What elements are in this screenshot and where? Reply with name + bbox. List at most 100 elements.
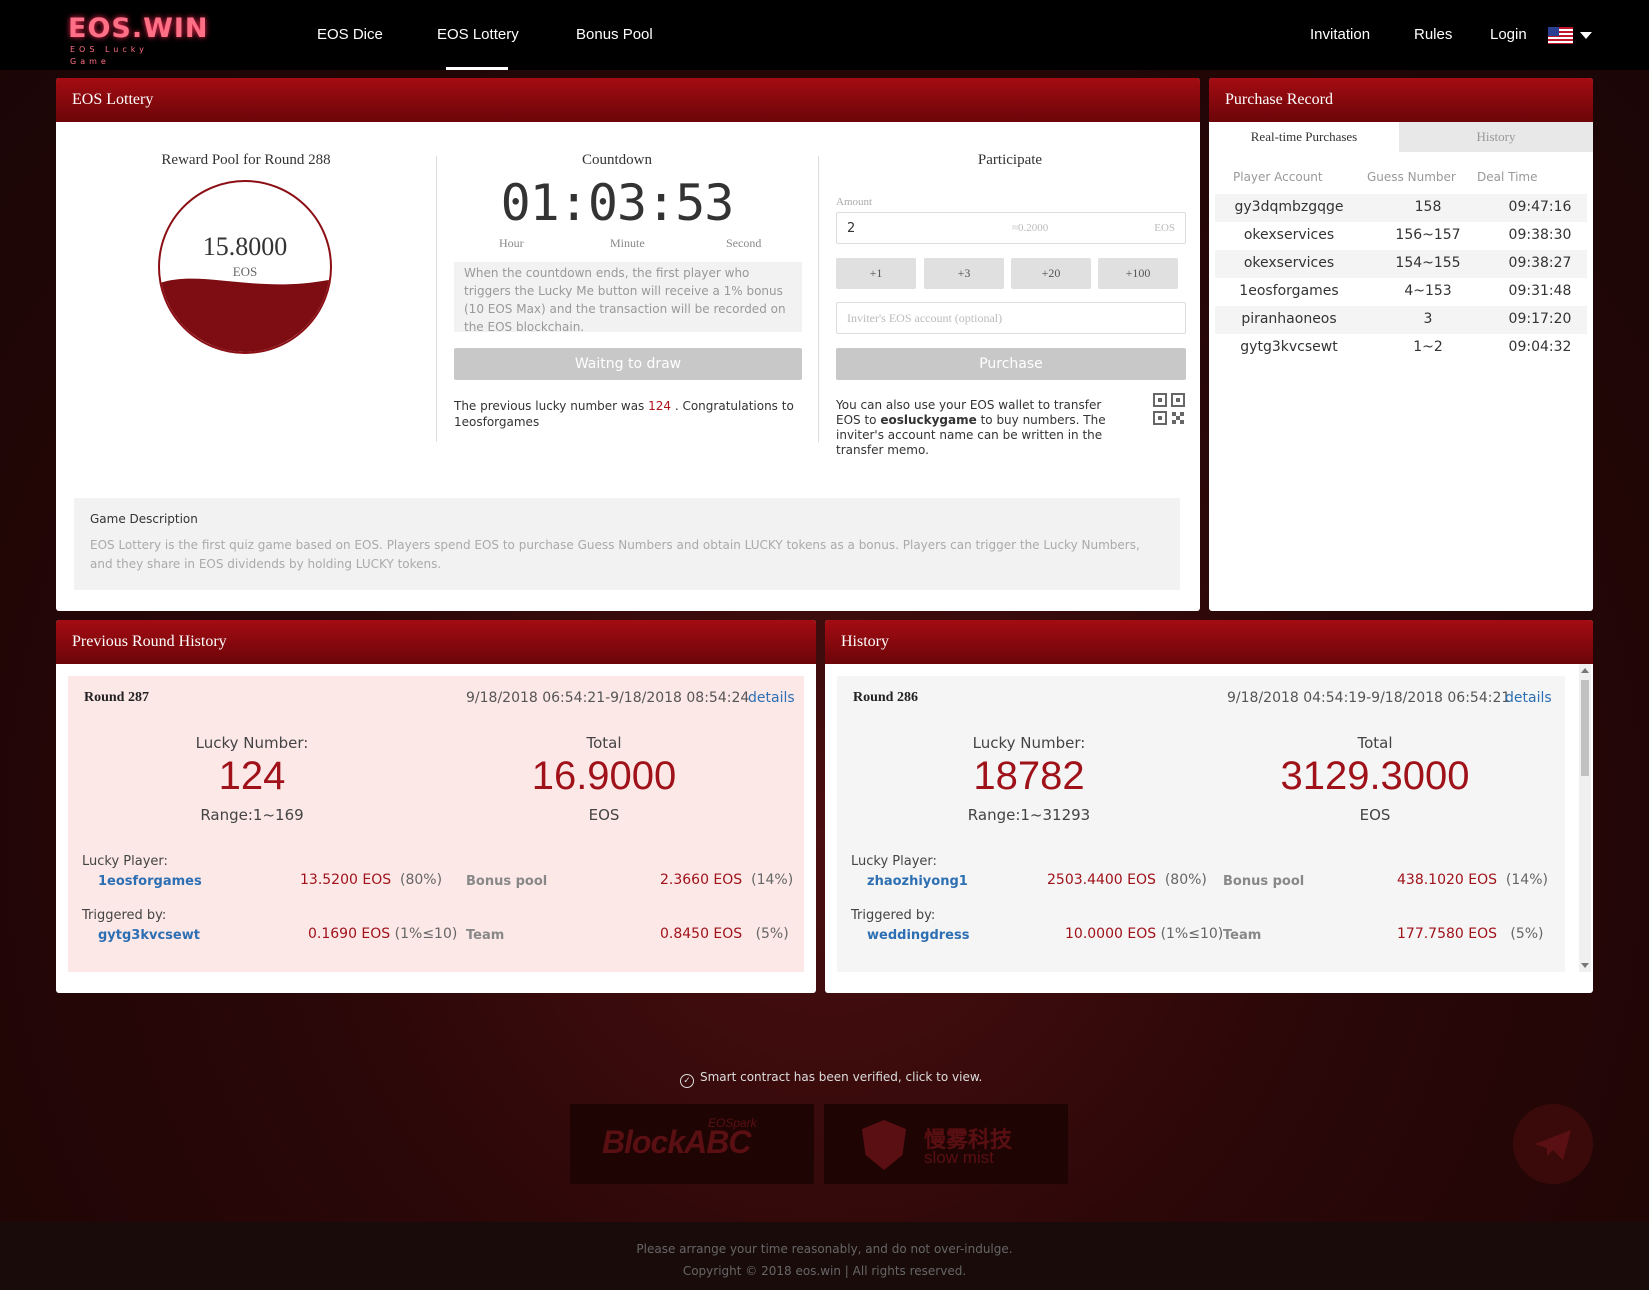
- tab-history[interactable]: History: [1399, 122, 1593, 152]
- logo-subtitle: EOS Lucky Game: [70, 45, 148, 66]
- scroll-up-icon[interactable]: [1581, 668, 1589, 673]
- percent: (5%): [755, 926, 789, 942]
- scroll-thumb[interactable]: [1581, 680, 1589, 776]
- tab-real-time-purchases[interactable]: Real-time Purchases: [1209, 122, 1399, 152]
- nav-bonus-pool[interactable]: Bonus Pool: [576, 24, 653, 46]
- nav-login[interactable]: Login: [1490, 24, 1527, 46]
- triggered-by-link[interactable]: weddingdress: [867, 928, 969, 943]
- game-description-title: Game Description: [90, 512, 198, 526]
- prev-suffix: . Congratulations to: [671, 399, 794, 413]
- range-label: Range:1~31293: [967, 806, 1091, 824]
- game-description-text: EOS Lottery is the first quiz game based…: [90, 538, 1140, 571]
- footer-reminder: Please arrange your time reasonably, and…: [636, 1242, 1013, 1256]
- lottery-body: Reward Pool for Round 288 15.8000 EOS Co…: [56, 122, 1200, 611]
- amount-approx: ≈0.2000: [1012, 222, 1049, 234]
- telegram-button[interactable]: [1513, 1104, 1593, 1184]
- increment-1-button[interactable]: +1: [836, 258, 916, 289]
- team-label: Team: [1223, 928, 1262, 943]
- qr-code-icon[interactable]: [1153, 393, 1185, 425]
- partner-blockabc[interactable]: BlockABC EOSpark: [570, 1104, 814, 1184]
- team-amount: 177.7580 EOS (5%): [1397, 926, 1544, 942]
- inviter-input[interactable]: Inviter's EOS account (optional): [836, 302, 1186, 334]
- wallet-account: eosluckygame: [880, 413, 977, 427]
- check-circle-icon: ✓: [680, 1074, 694, 1088]
- increment-3-button[interactable]: +3: [924, 258, 1004, 289]
- cell-player-account: gy3dqmbzgqge: [1234, 199, 1344, 215]
- shield-icon: [862, 1120, 906, 1170]
- previous-round-panel: Previous Round History Round 287 9/18/20…: [56, 620, 816, 993]
- cell-guess-number: 156~157: [1395, 227, 1461, 243]
- round-card: Round 287 9/18/2018 06:54:21-9/18/2018 0…: [68, 676, 804, 972]
- header-guess-number: Guess Number: [1367, 170, 1456, 184]
- logo[interactable]: EOS.WIN EOS Lucky Game: [68, 13, 209, 67]
- countdown-timer: 01:03:53: [500, 174, 735, 232]
- pool-unit: EOS: [232, 264, 258, 279]
- total-unit: EOS: [588, 806, 620, 824]
- cell-player-account: okexservices: [1243, 255, 1335, 271]
- nav-eos-lottery[interactable]: EOS Lottery: [437, 24, 519, 46]
- round-time-range: 9/18/2018 06:54:21-9/18/2018 08:54:24: [466, 690, 750, 706]
- purchase-button[interactable]: Purchase: [836, 348, 1186, 380]
- top-navigation-bar: EOS.WIN EOS Lucky Game EOS Dice EOS Lott…: [0, 0, 1649, 70]
- table-row: piranhaoneos 3 09:17:20: [1215, 306, 1587, 334]
- details-link[interactable]: details: [748, 690, 795, 706]
- bonus-pool-label: Bonus pool: [466, 874, 548, 889]
- percent: (80%): [400, 872, 443, 888]
- triggered-by-link[interactable]: gytg3kvcsewt: [98, 928, 200, 943]
- lucky-player-label: Lucky Player:: [851, 854, 937, 869]
- cell-player-account: piranhaoneos: [1241, 311, 1337, 327]
- percent: (14%): [1505, 872, 1548, 888]
- percent: (14%): [751, 872, 794, 888]
- range-label: Range:1~169: [200, 806, 304, 824]
- nav-rules[interactable]: Rules: [1414, 24, 1452, 46]
- total-label: Total: [1357, 734, 1393, 752]
- us-flag-icon[interactable]: [1548, 27, 1573, 44]
- reward-pool-title: Reward Pool for Round 288: [161, 152, 331, 168]
- table-row: okexservices 156~157 09:38:30: [1215, 222, 1587, 250]
- verified-text: Smart contract has been verified, click …: [700, 1070, 983, 1084]
- cell-deal-time: 09:17:20: [1508, 311, 1572, 327]
- chevron-down-icon[interactable]: [1580, 32, 1592, 39]
- reward-pool-gauge: 15.8000 EOS: [158, 180, 332, 354]
- lucky-number-label: Lucky Number:: [195, 734, 309, 752]
- logo-text: EOS.WIN: [68, 13, 209, 44]
- smart-contract-verified-link[interactable]: ✓ Smart contract has been verified, click…: [680, 1070, 982, 1088]
- history-scrollbar[interactable]: [1579, 664, 1591, 972]
- table-row: okexservices 154~155 09:38:27: [1215, 250, 1587, 278]
- panel-title: Purchase Record: [1209, 78, 1593, 122]
- amount-label: Amount: [836, 196, 873, 208]
- header-player-account: Player Account: [1233, 170, 1323, 184]
- cell-guess-number: 154~155: [1395, 255, 1461, 271]
- prev-winner: 1eosforgames: [454, 415, 540, 429]
- draw-button[interactable]: Waitng to draw: [454, 348, 802, 380]
- table-row: 1eosforgames 4~153 09:31:48: [1215, 278, 1587, 306]
- lucky-player-label: Lucky Player:: [82, 854, 168, 869]
- partner-slowmist[interactable]: 慢雾科技 slow mist: [824, 1104, 1068, 1184]
- lucky-player-link[interactable]: zhaozhiyong1: [867, 874, 968, 889]
- previous-lucky-note: The previous lucky number was 124 . Cong…: [454, 398, 804, 430]
- cell-player-account: gytg3kvcsewt: [1240, 339, 1338, 355]
- increment-20-button[interactable]: +20: [1011, 258, 1091, 289]
- cell-deal-time: 09:47:16: [1508, 199, 1572, 215]
- amount-input[interactable]: 2 ≈0.2000 EOS: [836, 212, 1186, 244]
- details-link[interactable]: details: [1505, 690, 1552, 706]
- triggered-amount: 0.1690 EOS (1%≤10): [308, 926, 457, 942]
- triggered-by-label: Triggered by:: [82, 908, 167, 923]
- total-amount: 16.9000: [531, 754, 677, 798]
- increment-100-button[interactable]: +100: [1098, 258, 1178, 289]
- cell-deal-time: 09:31:48: [1508, 283, 1572, 299]
- history-panel: History Round 286 9/18/2018 04:54:19-9/1…: [825, 620, 1593, 993]
- prev-prefix: The previous lucky number was: [454, 399, 649, 413]
- nav-eos-dice[interactable]: EOS Dice: [317, 24, 383, 46]
- slowmist-logo-en: slow mist: [924, 1148, 994, 1167]
- footer-copyright: Copyright © 2018 eos.win | All rights re…: [682, 1264, 967, 1278]
- pool-amount: 15.8000: [202, 232, 288, 261]
- nav-invitation[interactable]: Invitation: [1310, 24, 1370, 46]
- countdown-title: Countdown: [581, 152, 652, 168]
- scroll-down-icon[interactable]: [1581, 963, 1589, 968]
- lucky-player-link[interactable]: 1eosforgames: [98, 874, 202, 889]
- amount: 2503.4400 EOS: [1047, 872, 1156, 888]
- round-time-range: 9/18/2018 04:54:19-9/18/2018 06:54:21: [1227, 690, 1511, 706]
- cell-deal-time: 09:04:32: [1508, 339, 1572, 355]
- table-row: gytg3kvcsewt 1~2 09:04:32: [1215, 334, 1587, 362]
